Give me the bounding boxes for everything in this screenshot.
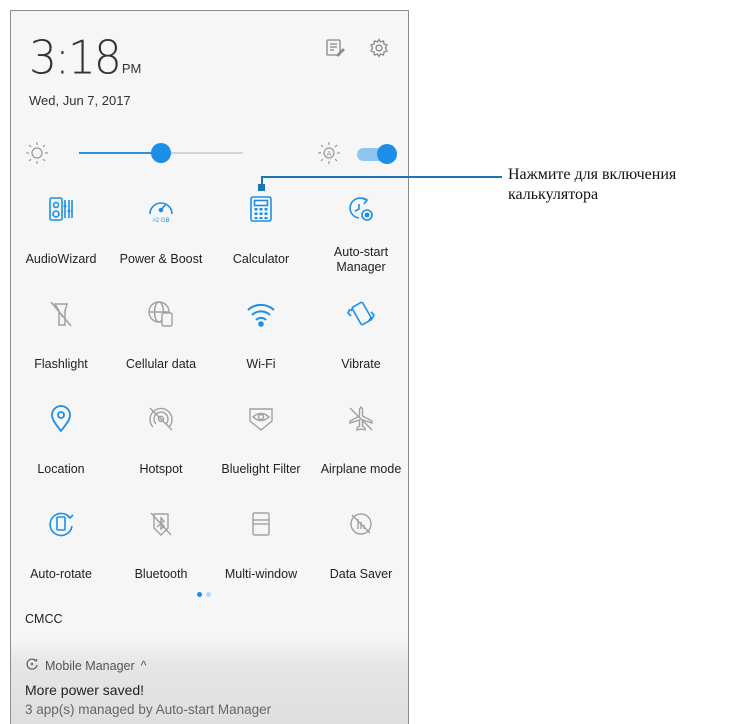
bluelight-filter-icon	[246, 404, 276, 434]
page-indicator	[197, 592, 211, 597]
quick-settings-panel: 3:18 PM Wed, Jun 7, 2017 A AudioWizard >…	[10, 10, 409, 724]
brightness-row: A	[11, 133, 408, 173]
notification-title: More power saved!	[25, 682, 145, 698]
tile-label: Airplane mode	[320, 462, 402, 476]
gear-icon[interactable]	[368, 37, 390, 59]
location-icon	[46, 404, 76, 434]
tile-power-boost[interactable]: >2 GB Power & Boost	[111, 186, 211, 286]
data-saver-icon	[346, 509, 376, 539]
tile-bluelight-filter[interactable]: Bluelight Filter	[211, 396, 311, 496]
tile-airplane-mode[interactable]: Airplane mode	[311, 396, 408, 496]
tile-bluetooth[interactable]: Bluetooth	[111, 501, 211, 601]
calculator-icon	[246, 194, 276, 224]
notification-card[interactable]: Mobile Manager ^ More power saved! 3 app…	[11, 637, 408, 724]
notification-app-name: Mobile Manager	[45, 658, 135, 673]
tile-vibrate[interactable]: Vibrate	[311, 291, 408, 391]
clock-time: 3:18	[29, 31, 122, 86]
callout-line-2: калькулятора	[508, 186, 599, 203]
tile-auto-start-manager[interactable]: Auto-start Manager	[311, 186, 408, 286]
tile-label: Vibrate	[341, 357, 381, 371]
tile-location[interactable]: Location	[11, 396, 111, 496]
brightness-slider-thumb[interactable]	[151, 143, 171, 163]
callout-line-horizontal	[261, 176, 502, 178]
notification-header[interactable]: Mobile Manager ^	[25, 657, 147, 674]
tile-multi-window[interactable]: Multi-window	[211, 501, 311, 601]
tile-data-saver[interactable]: Data Saver	[311, 501, 408, 601]
power-boost-badge: >2 GB	[152, 218, 169, 224]
svg-text:A: A	[327, 151, 332, 158]
tile-label: Calculator	[232, 252, 290, 266]
tile-label: Auto-start Manager	[333, 245, 389, 274]
tile-flashlight[interactable]: Flashlight	[11, 291, 111, 391]
hotspot-icon	[146, 404, 176, 434]
brightness-low-icon	[25, 141, 49, 170]
wifi-icon	[246, 299, 276, 329]
callout-line-1: Нажмите для включения	[508, 166, 677, 183]
tile-calculator[interactable]: Calculator	[211, 186, 311, 286]
audiowizard-icon	[46, 194, 76, 224]
tile-label: Wi-Fi	[246, 357, 276, 371]
callout-text: Нажмите для включения калькулятора	[508, 165, 737, 205]
tile-wifi[interactable]: Wi-Fi	[211, 291, 311, 391]
chevron-up-icon[interactable]: ^	[141, 659, 147, 673]
tile-label: Bluetooth	[134, 567, 188, 581]
tile-cellular-data[interactable]: Cellular data	[111, 291, 211, 391]
airplane-icon	[346, 404, 376, 434]
callout-marker	[258, 184, 265, 191]
tile-label: Hotspot	[139, 462, 183, 476]
tile-label: Power & Boost	[119, 252, 203, 266]
clock: 3:18 PM	[29, 31, 142, 86]
clock-ampm: PM	[121, 61, 142, 76]
auto-brightness-toggle[interactable]	[357, 144, 397, 164]
tile-auto-rotate[interactable]: Auto-rotate	[11, 501, 111, 601]
tile-label: Flashlight	[34, 357, 88, 371]
brightness-slider[interactable]	[79, 143, 243, 163]
tile-label: AudioWizard	[25, 252, 97, 266]
vibrate-icon	[346, 299, 376, 329]
tile-label: Multi-window	[224, 567, 298, 581]
auto-rotate-icon	[46, 509, 76, 539]
flashlight-icon	[46, 299, 76, 329]
tile-label: Data Saver	[329, 567, 393, 581]
toggle-knob	[377, 144, 397, 164]
date-label: Wed, Jun 7, 2017	[29, 93, 131, 108]
bluetooth-icon	[146, 509, 176, 539]
power-boost-icon: >2 GB	[146, 194, 176, 224]
multi-window-icon	[246, 509, 276, 539]
notification-text: 3 app(s) managed by Auto-start Manager	[25, 702, 272, 717]
tile-label: Bluelight Filter	[221, 462, 301, 476]
page-dot	[206, 592, 211, 597]
page-dot-active	[197, 592, 202, 597]
tile-label: Location	[37, 462, 85, 476]
tile-label: Cellular data	[125, 357, 197, 371]
brightness-slider-fill	[79, 152, 161, 154]
tile-label: Auto-rotate	[30, 567, 92, 581]
cellular-data-icon	[146, 299, 176, 329]
mobile-manager-icon	[25, 657, 39, 674]
header-actions	[324, 37, 390, 59]
edit-notes-icon[interactable]	[324, 37, 346, 59]
carrier-label: CMCC	[25, 612, 63, 626]
auto-brightness-icon: A	[317, 141, 341, 170]
auto-start-icon	[346, 194, 376, 224]
tile-hotspot[interactable]: Hotspot	[111, 396, 211, 496]
tile-audiowizard[interactable]: AudioWizard	[11, 186, 111, 286]
